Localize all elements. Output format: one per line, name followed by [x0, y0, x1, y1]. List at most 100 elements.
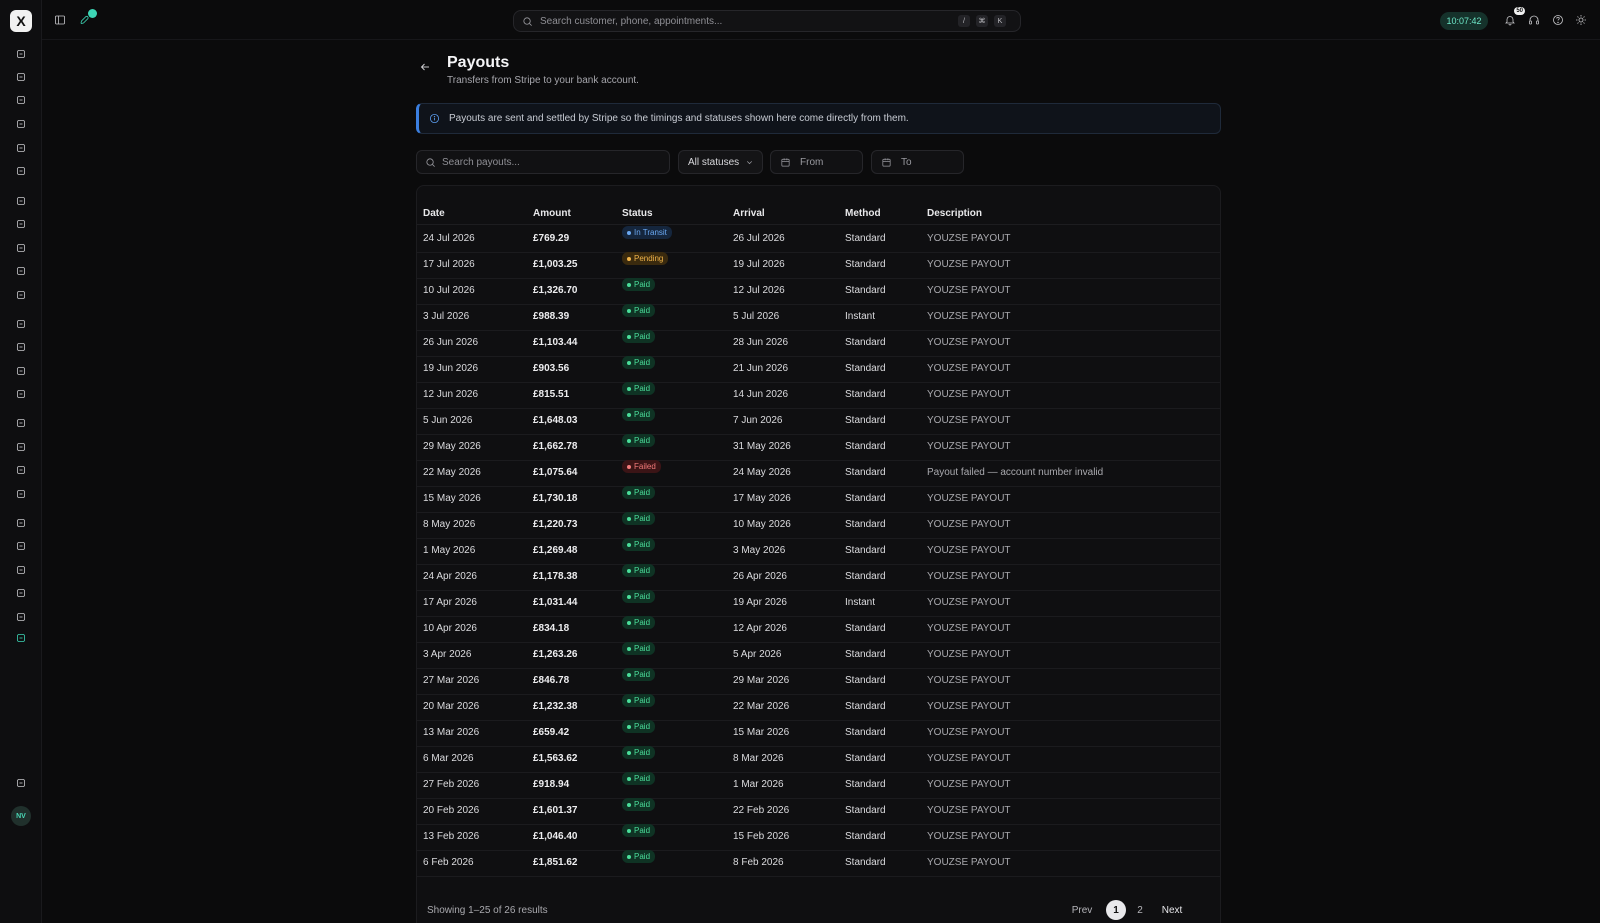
- bell-icon[interactable]: 50: [1503, 7, 1525, 27]
- headset-icon[interactable]: [1527, 13, 1541, 27]
- column-header-amount[interactable]: Amount: [533, 203, 571, 225]
- sliders-icon[interactable]: [13, 775, 29, 791]
- table-row[interactable]: 17 Apr 2026 £1,031.44 Paid 19 Apr 2026 Insta…: [417, 590, 1220, 617]
- checklist-icon[interactable]: [13, 538, 29, 554]
- gift-icon[interactable]: [13, 386, 29, 402]
- payout-search[interactable]: [416, 150, 670, 174]
- table-row[interactable]: 29 May 2026 £1,662.78 Paid 31 May 2026 Stand…: [417, 434, 1220, 461]
- table-row[interactable]: 3 Apr 2026 £1,263.26 Paid 5 Apr 2026 Standar…: [417, 642, 1220, 669]
- file-icon[interactable]: [13, 316, 29, 332]
- table-row[interactable]: 15 May 2026 £1,730.18 Paid 17 May 2026 Stand…: [417, 486, 1220, 513]
- cell-method: Standard: [845, 623, 886, 634]
- cell-arrival: 24 May 2026: [733, 467, 791, 478]
- star-icon[interactable]: [13, 287, 29, 303]
- table-row[interactable]: 10 Jul 2026 £1,326.70 Paid 12 Jul 2026 Stand…: [417, 278, 1220, 305]
- app-logo[interactable]: X: [10, 10, 32, 32]
- global-search-input[interactable]: [540, 15, 940, 27]
- table-row[interactable]: 1 May 2026 £1,269.48 Paid 3 May 2026 Standar…: [417, 538, 1220, 565]
- table-row[interactable]: 20 Feb 2026 £1,601.37 Paid 22 Feb 2026 Stand…: [417, 798, 1220, 825]
- cell-method: Standard: [845, 727, 886, 738]
- table-row[interactable]: 8 May 2026 £1,220.73 Paid 10 May 2026 Standa…: [417, 512, 1220, 539]
- shortcut-key: ⌘: [976, 15, 988, 27]
- status-badge: Failed: [622, 460, 661, 473]
- prev-page-button[interactable]: Prev: [1067, 900, 1097, 920]
- table-row[interactable]: 12 Jun 2026 £815.51 Paid 14 Jun 2026 Standar…: [417, 382, 1220, 409]
- store-icon[interactable]: [13, 240, 29, 256]
- folder-icon[interactable]: [13, 609, 29, 625]
- status-badge: Paid: [622, 564, 656, 577]
- table-row[interactable]: 13 Feb 2026 £1,046.40 Paid 15 Feb 2026 Stand…: [417, 824, 1220, 851]
- table-row[interactable]: 6 Mar 2026 £1,563.62 Paid 8 Mar 2026 Standar…: [417, 746, 1220, 773]
- cell-amount: £918.94: [533, 779, 570, 790]
- page-1-button[interactable]: 1: [1106, 900, 1126, 920]
- book-icon[interactable]: [13, 116, 29, 132]
- global-search[interactable]: / ⌘ K: [513, 10, 1021, 32]
- table-row[interactable]: 26 Jun 2026 £1,103.44 Paid 28 Jun 2026 Stand…: [417, 330, 1220, 357]
- sun-icon[interactable]: [1574, 13, 1588, 27]
- clock-icon[interactable]: [13, 486, 29, 502]
- bar-chart-icon[interactable]: [13, 585, 29, 601]
- avatar[interactable]: NV: [11, 806, 31, 826]
- user-check-icon[interactable]: [13, 562, 29, 578]
- column-header-description[interactable]: Description: [927, 203, 982, 225]
- table-footer: Showing 1–25 of 26 results Prev 1 2 Next: [416, 893, 1221, 923]
- cell-date: 24 Jul 2026: [423, 233, 475, 244]
- help-icon[interactable]: [1551, 13, 1565, 27]
- search-icon: [523, 16, 532, 26]
- cell-amount: £1,851.62: [533, 857, 578, 868]
- status-badge: Paid: [622, 642, 656, 655]
- from-date-picker[interactable]: From: [770, 150, 863, 174]
- megaphone-icon[interactable]: [13, 415, 29, 431]
- column-header-date[interactable]: Date: [423, 203, 445, 225]
- clipboard-icon[interactable]: [13, 439, 29, 455]
- app-root: X NV / ⌘ K 10:07:42 50: [0, 0, 1600, 923]
- cell-arrival: 15 Mar 2026: [733, 727, 790, 738]
- column-header-arrival[interactable]: Arrival: [733, 203, 765, 225]
- rocket-status-icon[interactable]: [78, 9, 97, 27]
- graduation-cap-icon[interactable]: [13, 163, 29, 179]
- cell-method: Standard: [845, 805, 886, 816]
- next-page-button[interactable]: Next: [1157, 900, 1187, 920]
- to-date-picker[interactable]: To: [871, 150, 964, 174]
- table-row[interactable]: 5 Jun 2026 £1,648.03 Paid 7 Jun 2026 Standar…: [417, 408, 1220, 435]
- hourglass-icon[interactable]: [13, 140, 29, 156]
- cell-arrival: 8 Mar 2026: [733, 753, 784, 764]
- cell-amount: £1,232.38: [533, 701, 578, 712]
- ledger-icon[interactable]: [13, 339, 29, 355]
- cell-description: YOUZSE PAYOUT: [927, 285, 1011, 296]
- sidebar-toggle-icon[interactable]: [53, 13, 67, 27]
- table-row[interactable]: 10 Apr 2026 £834.18 Paid 12 Apr 2026 Standar…: [417, 616, 1220, 643]
- team-icon[interactable]: [13, 462, 29, 478]
- table-row[interactable]: 24 Jul 2026 £769.29 In Transit 26 Jul 2026 S…: [417, 226, 1220, 253]
- bank-icon[interactable]: [13, 363, 29, 379]
- cell-amount: £1,269.48: [533, 545, 578, 556]
- table-row[interactable]: 24 Apr 2026 £1,178.38 Paid 26 Apr 2026 Stand…: [417, 564, 1220, 591]
- table-row[interactable]: 3 Jul 2026 £988.39 Paid 5 Jul 2026 Instant YO…: [417, 304, 1220, 331]
- payout-search-input[interactable]: [442, 156, 662, 168]
- home-icon[interactable]: [13, 69, 29, 85]
- payouts-table: Date Amount Status Arrival Method Descri…: [416, 185, 1221, 923]
- settings-icon[interactable]: [13, 630, 29, 646]
- table-row[interactable]: 13 Mar 2026 £659.42 Paid 15 Mar 2026 Standar…: [417, 720, 1220, 747]
- puzzle-icon[interactable]: [13, 515, 29, 531]
- calendar-icon[interactable]: [13, 92, 29, 108]
- info-banner-text: Payouts are sent and settled by Stripe s…: [449, 113, 909, 124]
- table-row[interactable]: 19 Jun 2026 £903.56 Paid 21 Jun 2026 Standar…: [417, 356, 1220, 383]
- table-row[interactable]: 17 Jul 2026 £1,003.25 Pending 19 Jul 2026 St…: [417, 252, 1220, 279]
- status-select[interactable]: All statuses: [678, 150, 763, 174]
- inbox-icon[interactable]: [13, 193, 29, 209]
- rocket-icon[interactable]: [13, 46, 29, 62]
- status-badge: Paid: [622, 382, 656, 395]
- table-row[interactable]: 6 Feb 2026 £1,851.62 Paid 8 Feb 2026 Standar…: [417, 850, 1220, 877]
- cell-amount: £1,648.03: [533, 415, 578, 426]
- table-row[interactable]: 22 May 2026 £1,075.64 Failed 24 May 2026 Sta…: [417, 460, 1220, 487]
- page-2-button[interactable]: 2: [1130, 900, 1150, 920]
- users-icon[interactable]: [13, 216, 29, 232]
- table-row[interactable]: 27 Feb 2026 £918.94 Paid 1 Mar 2026 Standard…: [417, 772, 1220, 799]
- table-row[interactable]: 27 Mar 2026 £846.78 Paid 29 Mar 2026 Standar…: [417, 668, 1220, 695]
- column-header-method[interactable]: Method: [845, 203, 881, 225]
- back-arrow-icon[interactable]: [419, 61, 433, 75]
- status-badge: Paid: [622, 720, 656, 733]
- register-icon[interactable]: [13, 263, 29, 279]
- table-row[interactable]: 20 Mar 2026 £1,232.38 Paid 22 Mar 2026 Stand…: [417, 694, 1220, 721]
